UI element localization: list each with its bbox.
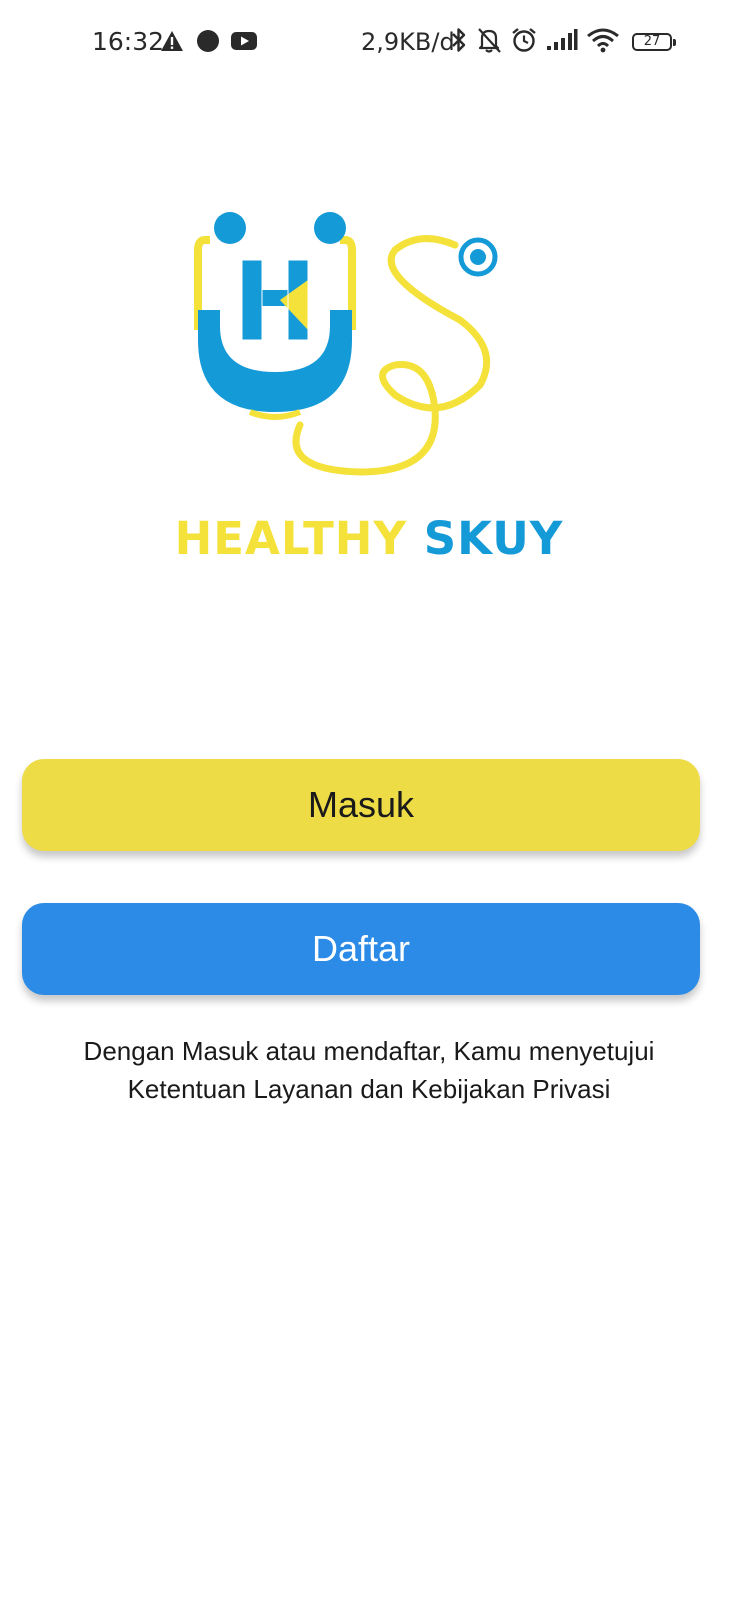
battery-icon: 27	[632, 33, 676, 51]
notification-dot-icon	[196, 29, 220, 57]
battery-level: 27	[643, 34, 661, 49]
welcome-screen: 16:32 2,9KB/d 27 HEALTHY SKUY Masuk Daft…	[0, 0, 738, 1600]
status-icons-left	[160, 28, 258, 58]
signal-icon	[546, 28, 578, 56]
login-button[interactable]: Masuk	[22, 759, 700, 851]
terms-line-2: Ketentuan Layanan dan Kebijakan Privasi	[127, 1074, 611, 1104]
bluetooth-icon	[450, 26, 468, 58]
healthy-skuy-logo	[194, 212, 498, 476]
warning-icon	[160, 30, 184, 56]
alarm-icon	[510, 26, 538, 58]
network-speed: 2,9KB/d	[361, 28, 455, 56]
terms-notice: Dengan Masuk atau mendaftar, Kamu menyet…	[0, 1032, 738, 1108]
status-icons-right: 27	[450, 26, 676, 58]
wifi-icon	[586, 27, 620, 57]
brand-name-part1: HEALTHY	[174, 512, 408, 565]
status-bar: 16:32 2,9KB/d 27	[0, 0, 738, 84]
brand-name: HEALTHY SKUY	[0, 510, 738, 568]
brand-name-part2: SKUY	[423, 512, 564, 565]
terms-line-1: Dengan Masuk atau mendaftar, Kamu menyet…	[83, 1036, 655, 1066]
status-time: 16:32	[92, 27, 165, 56]
youtube-icon	[230, 30, 258, 56]
register-button[interactable]: Daftar	[22, 903, 700, 995]
bell-off-icon	[476, 26, 502, 58]
